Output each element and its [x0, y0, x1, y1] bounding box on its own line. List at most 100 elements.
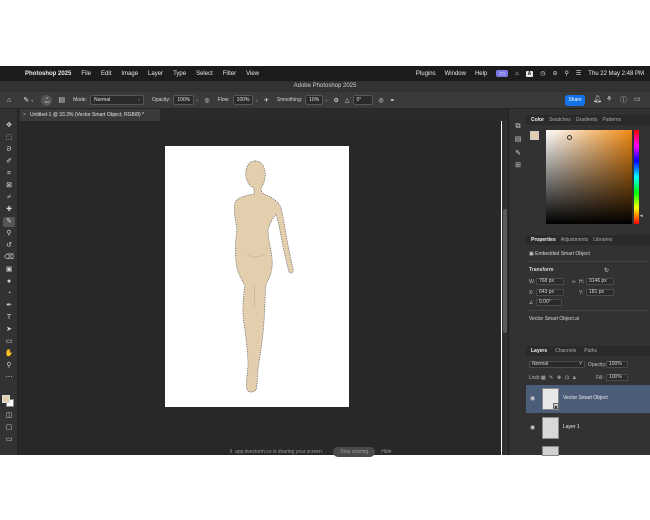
symmetry-icon[interactable]: ⚭	[390, 97, 395, 104]
airbrush-icon[interactable]: ✈	[264, 97, 269, 104]
history-brush-tool-icon[interactable]: ↺	[3, 241, 15, 251]
chevron-down-icon[interactable]: ˅	[255, 98, 257, 103]
search-icon[interactable]: ⚲	[565, 70, 569, 77]
menu-clock[interactable]: Thu 22 May 2:48 PM	[588, 71, 644, 77]
extra-tools-icon[interactable]: ▭	[3, 435, 15, 445]
marquee-tool-icon[interactable]: ⬚	[3, 133, 15, 143]
y-field[interactable]: 181 px	[586, 289, 614, 296]
brush-size-picker[interactable]: ● 400	[41, 94, 53, 106]
screen-mode-icon[interactable]: ▢	[3, 423, 15, 433]
angle-field[interactable]: 0°	[352, 95, 373, 105]
bell-icon[interactable]: 🔔︎	[593, 95, 602, 103]
document-canvas[interactable]	[165, 146, 349, 407]
pressure-size-icon[interactable]: ◎	[379, 97, 384, 104]
visibility-eye-icon[interactable]: ◉	[530, 424, 535, 431]
pressure-opacity-icon[interactable]: ◎	[204, 97, 209, 104]
menu-image[interactable]: Image	[121, 71, 138, 77]
hand-tool-icon[interactable]: ✋	[3, 349, 15, 359]
control-center-icon[interactable]: ☰	[576, 70, 581, 77]
hue-marker-icon[interactable]: ◂	[640, 213, 643, 219]
menu-app-name[interactable]: Photoshop 2025	[25, 71, 71, 77]
link-icon[interactable]: ∞	[572, 279, 576, 285]
menu-edit[interactable]: Edit	[101, 71, 111, 77]
tab-patterns[interactable]: Patterns	[602, 117, 621, 123]
foreground-color-swatch[interactable]	[2, 395, 10, 403]
crop-tool-icon[interactable]: ⌗	[3, 169, 15, 179]
hide-button[interactable]: Hide	[381, 449, 391, 455]
scrollbar-thumb[interactable]	[503, 209, 507, 333]
color-field[interactable]	[546, 130, 632, 224]
lock-position-icon[interactable]: ✥	[557, 375, 561, 381]
hue-slider[interactable]	[634, 130, 639, 224]
canvas-area[interactable]: ‖ app.livestorm.co is sharing your scree…	[18, 121, 501, 457]
quick-mask-icon[interactable]: ◫	[3, 411, 15, 421]
menu-help[interactable]: Help	[475, 71, 487, 77]
chevron-down-icon[interactable]: ˅	[325, 98, 327, 103]
eyedropper-tool-icon[interactable]: ⌿	[3, 193, 15, 203]
close-icon[interactable]: ×	[23, 109, 26, 121]
tab-libraries[interactable]: Libraries	[593, 237, 612, 243]
tab-gradients[interactable]: Gradients	[576, 117, 598, 123]
tool-preset-chevron-down-icon[interactable]: ˅	[31, 98, 33, 103]
path-select-tool-icon[interactable]: ➤	[3, 325, 15, 335]
screen-share-icon[interactable]: ▭	[496, 70, 508, 77]
visibility-eye-icon[interactable]: ◉	[530, 395, 535, 402]
timer-icon[interactable]: ◷	[540, 70, 545, 77]
reset-transform-icon[interactable]: ↻	[604, 267, 609, 274]
quick-select-tool-icon[interactable]: ✐	[3, 157, 15, 167]
tab-channels[interactable]: Channels	[555, 348, 576, 354]
home-icon[interactable]: ⌂	[7, 97, 11, 104]
document-tab[interactable]: × Untitled-1 @ 33.3% (Vector Smart Objec…	[20, 109, 160, 121]
healing-brush-tool-icon[interactable]: ✚	[3, 205, 15, 215]
menu-filter[interactable]: Filter	[223, 71, 236, 77]
rectangle-tool-icon[interactable]: ▭	[3, 337, 15, 347]
menu-view[interactable]: View	[246, 71, 259, 77]
type-tool-icon[interactable]: T	[3, 313, 15, 323]
lock-all-icon[interactable]: 🔒︎	[573, 375, 576, 381]
layer-opacity-field[interactable]: 100%	[606, 361, 628, 368]
cast-icon[interactable]: ⌂	[515, 71, 519, 77]
learn-icon[interactable]: ⚘	[606, 95, 612, 103]
tab-color[interactable]: Color	[531, 117, 544, 123]
dodge-tool-icon[interactable]: ◔	[3, 289, 15, 299]
tab-paths[interactable]: Paths	[584, 348, 597, 354]
menu-window[interactable]: Window	[445, 71, 466, 77]
opacity-field[interactable]: 100%	[173, 95, 195, 105]
layer-name[interactable]: Layer 1	[563, 424, 580, 430]
fill-field[interactable]: 100%	[606, 374, 628, 381]
width-field[interactable]: 768 px	[536, 278, 564, 285]
zoom-tool-icon[interactable]: ⚲	[3, 361, 15, 371]
pen-tool-icon[interactable]: ✒	[3, 301, 15, 311]
tab-adjustments[interactable]: Adjustments	[561, 237, 589, 243]
eraser-tool-icon[interactable]: ⌫	[3, 253, 15, 263]
help-icon[interactable]: ⓘ	[620, 95, 627, 105]
x-field[interactable]: 643 px	[536, 289, 564, 296]
actions-panel-icon[interactable]: ▤	[513, 135, 523, 145]
chevron-down-icon[interactable]: ˅	[196, 98, 198, 103]
brush-tool-icon[interactable]: ✎	[23, 96, 29, 104]
brush-tool-icon[interactable]: ✎	[3, 217, 15, 227]
height-field[interactable]: 3146 px	[586, 278, 614, 285]
brush-settings-panel-icon[interactable]: ✎	[513, 149, 523, 159]
lock-artboard-icon[interactable]: ⊡	[565, 375, 569, 381]
toggles-icon[interactable]: ⊝	[552, 70, 557, 77]
foreground-color-chip[interactable]	[530, 131, 539, 140]
layer-name[interactable]: Vector Smart Object	[563, 395, 608, 401]
menu-select[interactable]: Select	[196, 71, 213, 77]
tab-swatches[interactable]: Swatches	[549, 117, 571, 123]
brush-settings-icon[interactable]: ▤	[58, 96, 65, 104]
share-button[interactable]: Share	[565, 95, 585, 106]
lock-pixels-icon[interactable]: ▦	[541, 375, 546, 381]
workspace-icon[interactable]: ▭	[634, 95, 641, 103]
flow-field[interactable]: 100%	[232, 95, 254, 105]
gradient-tool-icon[interactable]: ▣	[3, 265, 15, 275]
history-panel-icon[interactable]: ⧉	[513, 123, 523, 133]
tab-layers[interactable]: Layers	[531, 348, 547, 354]
stop-sharing-button[interactable]: Stop sharing	[333, 447, 376, 457]
adjust-panel-icon[interactable]: ⊞	[513, 161, 523, 171]
fashion-figure-croquis[interactable]	[165, 146, 349, 407]
gear-icon[interactable]: ⚙	[334, 97, 339, 104]
menu-layer[interactable]: Layer	[148, 71, 163, 77]
move-tool-icon[interactable]: ✥	[3, 121, 15, 131]
more-tools-icon[interactable]: ⋯	[3, 373, 15, 383]
